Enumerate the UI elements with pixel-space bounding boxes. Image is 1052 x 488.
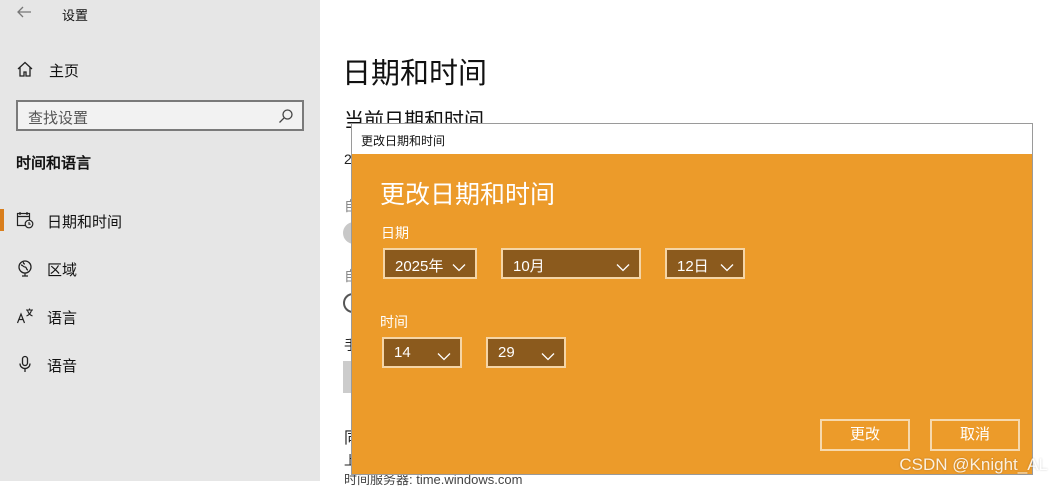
title-bar: 设置	[0, 0, 320, 26]
date-label: 日期	[381, 223, 409, 243]
dialog-title-bar[interactable]: 更改日期和时间	[352, 124, 1032, 154]
hour-value: 14	[394, 344, 411, 361]
chevron-down-icon	[720, 259, 734, 268]
language-icon	[16, 307, 34, 325]
section-title: 时间和语言	[16, 152, 91, 173]
search-input[interactable]: 查找设置	[16, 100, 304, 131]
sidebar-item-label: 语言	[47, 307, 77, 328]
app-title: 设置	[62, 5, 88, 24]
sidebar-item-label: 语音	[47, 355, 77, 376]
year-picker[interactable]: 2025年	[383, 248, 477, 279]
change-date-time-dialog: 更改日期和时间 更改日期和时间 日期 2025年 10月 12日 时间 14 2…	[351, 123, 1033, 475]
sidebar-item-label: 区域	[47, 259, 77, 280]
chevron-down-icon	[541, 348, 555, 357]
minute-value: 29	[498, 344, 515, 361]
day-picker[interactable]: 12日	[665, 248, 745, 279]
sidebar-item-label: 主页	[49, 60, 79, 81]
hour-picker[interactable]: 14	[382, 337, 462, 368]
watermark: CSDN @Knight_AL	[899, 455, 1048, 475]
microphone-icon	[16, 355, 34, 373]
dialog-window-title: 更改日期和时间	[361, 132, 445, 149]
sidebar-item-language[interactable]: 语言	[0, 299, 320, 333]
cancel-button[interactable]: 取消	[930, 419, 1020, 451]
sidebar-item-label: 日期和时间	[47, 211, 122, 232]
sidebar-item-date-time[interactable]: 日期和时间	[0, 203, 320, 237]
minute-picker[interactable]: 29	[486, 337, 566, 368]
search-icon[interactable]	[278, 108, 294, 124]
year-value: 2025年	[395, 255, 443, 276]
home-icon	[16, 60, 34, 78]
day-value: 12日	[677, 255, 709, 276]
calendar-clock-icon	[16, 211, 34, 229]
chevron-down-icon	[437, 348, 451, 357]
search-placeholder: 查找设置	[28, 107, 88, 128]
dialog-heading: 更改日期和时间	[380, 175, 555, 211]
chevron-down-icon	[616, 259, 630, 268]
chevron-down-icon	[452, 259, 466, 268]
time-label: 时间	[380, 312, 408, 332]
page-title: 日期和时间	[342, 50, 487, 92]
change-confirm-button[interactable]: 更改	[820, 419, 910, 451]
month-value: 10月	[513, 255, 545, 276]
sidebar-item-speech[interactable]: 语音	[0, 347, 320, 381]
back-arrow-icon[interactable]	[14, 3, 34, 21]
sidebar-item-home[interactable]: 主页	[0, 54, 320, 84]
month-picker[interactable]: 10月	[501, 248, 641, 279]
sidebar-item-region[interactable]: 区域	[0, 251, 320, 285]
globe-icon	[16, 259, 34, 277]
sidebar: 设置 主页 查找设置 时间和语言 日期和时间 区域 语言	[0, 0, 320, 481]
